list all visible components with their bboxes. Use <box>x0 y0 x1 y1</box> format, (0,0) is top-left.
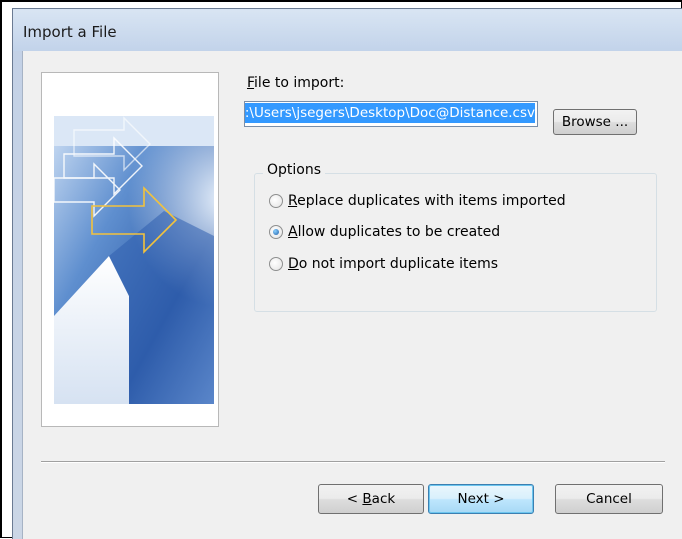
dialog-client-area: File to import: C:\Users\jsegers\Desktop… <box>22 51 682 539</box>
radio-label-text: llow duplicates to be created <box>297 224 501 240</box>
file-label-text: ile to import: <box>254 75 345 91</box>
file-to-import-label: File to import: <box>247 75 344 91</box>
cancel-button[interactable]: Cancel <box>555 484 663 514</box>
radio-allow-duplicates[interactable]: Allow duplicates to be created <box>269 222 500 242</box>
cancel-button-label: Cancel <box>586 491 632 507</box>
radio-do-not-import-duplicates[interactable]: Do not import duplicate items <box>269 254 498 274</box>
file-path-value: C:\Users\jsegers\Desktop\Doc@Distance.cs… <box>245 103 535 123</box>
button-area-divider <box>41 461 665 463</box>
radio-label-text: eplace duplicates with items imported <box>297 193 566 209</box>
browse-button[interactable]: Browse ... <box>553 109 637 135</box>
radio-button[interactable] <box>269 257 283 271</box>
radio-label-access-key: A <box>288 224 298 240</box>
file-label-access-key: F <box>247 75 255 91</box>
radio-replace-duplicates[interactable]: Replace duplicates with items imported <box>269 191 566 211</box>
radio-button[interactable] <box>269 194 283 208</box>
radio-label-access-key: R <box>288 193 298 209</box>
next-button[interactable]: Next > <box>428 484 534 514</box>
radio-label: Allow duplicates to be created <box>288 224 500 240</box>
radio-label: Replace duplicates with items imported <box>288 193 566 209</box>
options-legend: Options <box>263 162 326 178</box>
back-button-access-key: B <box>362 491 372 507</box>
radio-label-access-key: D <box>288 256 299 272</box>
title-bar[interactable]: Import a File <box>13 9 682 51</box>
file-path-input[interactable]: C:\Users\jsegers\Desktop\Doc@Distance.cs… <box>244 101 538 127</box>
radio-button-selected[interactable] <box>269 225 283 239</box>
back-button-text: ack <box>371 491 396 507</box>
radio-label-text: o not import duplicate items <box>298 256 499 272</box>
next-button-label: Next > <box>457 491 505 507</box>
dialog-title: Import a File <box>23 23 117 41</box>
back-button-prefix: < <box>346 491 363 507</box>
back-button[interactable]: < Back <box>318 484 424 514</box>
radio-label: Do not import duplicate items <box>288 256 498 272</box>
import-dialog: Import a File File to import: C:\Users\j… <box>12 8 682 539</box>
import-arrows-graphic <box>54 116 214 404</box>
browse-button-label: Browse ... <box>561 114 629 130</box>
wizard-side-panel <box>41 72 219 427</box>
